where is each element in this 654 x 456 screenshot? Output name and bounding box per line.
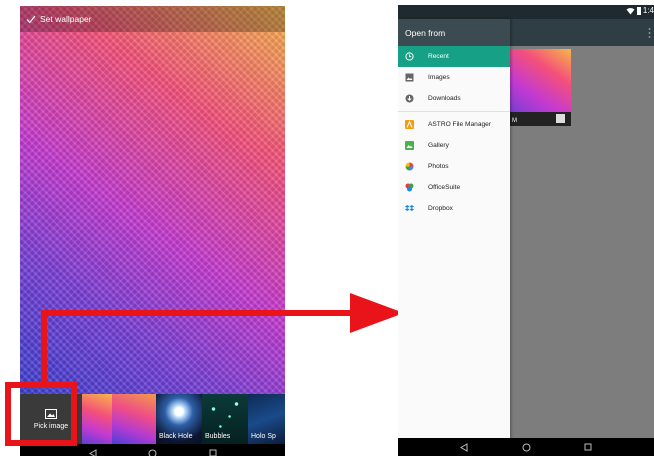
wallpaper-thumbnail-black-hole[interactable]: Black Hole	[156, 394, 202, 444]
pick-image-highlight-box	[5, 382, 77, 446]
wallpaper-thumbnail[interactable]	[82, 394, 112, 444]
drawer-item-label: Dropbox	[428, 205, 453, 212]
back-button[interactable]	[86, 447, 100, 456]
status-bar: 1:4	[398, 5, 654, 19]
drawer-item-label: OfficeSuite	[428, 184, 461, 191]
back-icon	[460, 442, 468, 452]
wallpaper-thumbnail[interactable]	[112, 394, 156, 444]
drawer-item-label: Photos	[428, 163, 449, 170]
wallpaper-thumbnail-bubbles[interactable]: Bubbles	[202, 394, 248, 444]
clock-icon	[405, 52, 414, 61]
back-button[interactable]	[457, 441, 471, 453]
photos-icon	[405, 162, 414, 171]
drawer-item-recent[interactable]: Recent	[398, 46, 510, 67]
open-from-drawer: Open from Recent Images Downloads ASTRO …	[398, 19, 510, 442]
thumbnail-caption: M	[512, 118, 517, 124]
drawer-title: Open from	[398, 19, 510, 46]
recents-icon	[584, 443, 592, 451]
drawer-item-label: ASTRO File Manager	[428, 121, 492, 128]
back-icon	[88, 448, 96, 456]
drawer-item-downloads[interactable]: Downloads	[398, 88, 510, 109]
thumbnail-label: Black Hole	[159, 433, 193, 440]
set-wallpaper-button[interactable]: Set wallpaper	[20, 14, 92, 24]
drawer-item-officesuite[interactable]: OfficeSuite	[398, 177, 510, 198]
wifi-icon	[626, 7, 635, 14]
home-icon	[148, 449, 157, 456]
overflow-menu-icon[interactable]	[648, 27, 651, 39]
drawer-item-dropbox[interactable]: Dropbox	[398, 198, 510, 219]
checkmark-icon	[26, 15, 36, 23]
home-button[interactable]	[519, 441, 533, 453]
astro-icon	[405, 120, 414, 129]
officesuite-icon	[405, 183, 414, 192]
drawer-item-label: Downloads	[428, 95, 461, 102]
home-icon	[522, 443, 530, 451]
thumbnail-caption-bar: M	[510, 112, 571, 126]
recents-button[interactable]	[581, 441, 595, 453]
download-icon	[405, 94, 414, 103]
drawer-item-images[interactable]: Images	[398, 67, 510, 88]
wallpaper-preview	[20, 6, 285, 394]
drawer-item-astro-file-manager[interactable]: ASTRO File Manager	[398, 114, 510, 135]
set-wallpaper-label: Set wallpaper	[40, 14, 92, 24]
image-icon	[556, 114, 565, 123]
drawer-item-photos[interactable]: Photos	[398, 156, 510, 177]
recents-icon	[209, 449, 216, 456]
battery-icon	[636, 7, 641, 15]
drawer-item-label: Images	[428, 74, 450, 81]
home-button[interactable]	[146, 447, 160, 456]
navigation-bar	[398, 438, 654, 456]
status-time: 1:4	[642, 6, 654, 15]
gallery-icon	[405, 141, 414, 150]
drawer-divider	[398, 111, 510, 112]
wallpaper-thumbnail-holo[interactable]: Holo Sp	[248, 394, 285, 444]
drawer-item-label: Recent	[428, 53, 449, 60]
dropbox-icon	[405, 205, 414, 211]
thumbnail-label: Bubbles	[205, 433, 231, 440]
drawer-item-gallery[interactable]: Gallery	[398, 135, 510, 156]
recents-button[interactable]	[206, 447, 220, 456]
wallpaper-action-bar: Set wallpaper	[20, 6, 285, 32]
right-phone-screen: 1:4 M Open from Recent Images Downloads …	[398, 5, 654, 456]
thumbnail-label: Holo Sp	[251, 433, 276, 440]
drawer-item-label: Gallery	[428, 142, 449, 149]
recent-image-thumbnail[interactable]: M	[510, 49, 571, 126]
image-icon	[405, 73, 414, 82]
